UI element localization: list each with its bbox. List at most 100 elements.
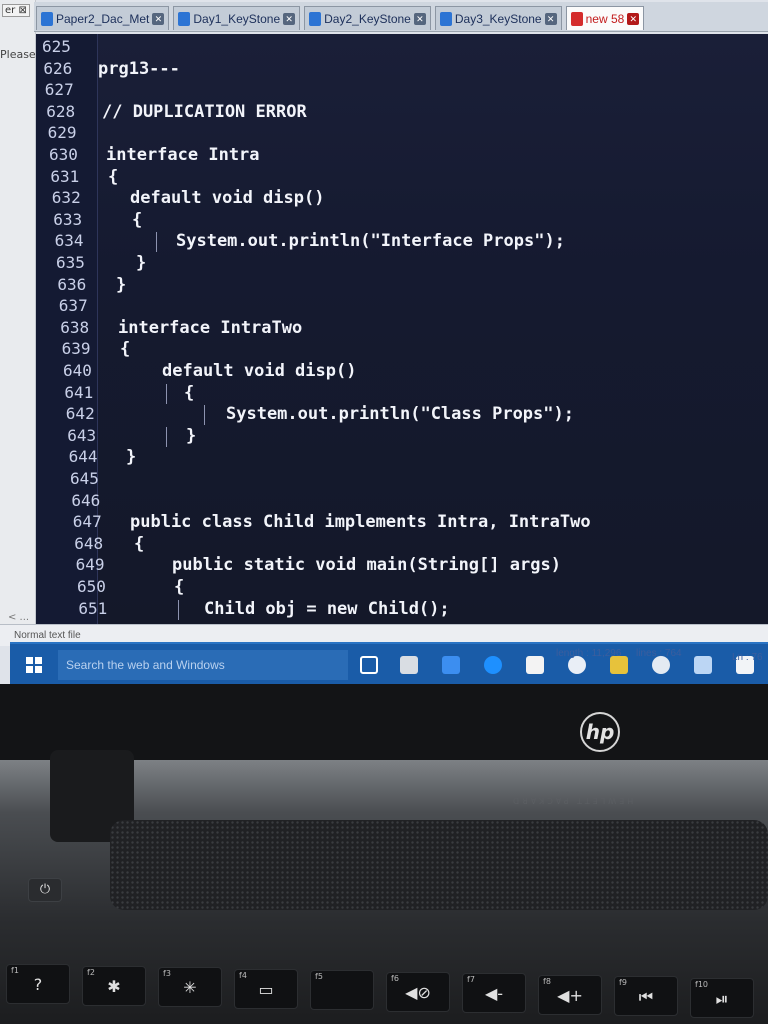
code-line[interactable]: 640 default void disp() xyxy=(36,360,768,382)
close-tab-icon[interactable]: ✕ xyxy=(544,12,557,25)
laptop-screen: er ⊠ Please < ... > Paper2_Dac_Met ✕ Day… xyxy=(0,0,768,690)
close-tab-icon[interactable]: ✕ xyxy=(627,12,640,25)
function-key-f9[interactable]: f9 ⏮ xyxy=(614,976,678,1016)
indent-guide xyxy=(166,383,167,404)
function-key-f2[interactable]: f2 ✱ xyxy=(82,965,146,1006)
code-line[interactable]: 628 // DUPLICATION ERROR xyxy=(36,101,768,123)
function-key-icon: ✳ xyxy=(183,978,197,997)
code-line[interactable]: 636} xyxy=(36,274,768,296)
function-key-f8[interactable]: f8 ◀+ xyxy=(538,974,602,1015)
code-text: System.out.println("Class Props"); xyxy=(226,404,574,425)
file-type-label: Normal text file xyxy=(14,630,81,641)
unsaved-file-icon xyxy=(570,11,583,26)
tab-new-58[interactable]: new 58 ✕ xyxy=(565,6,645,30)
code-line[interactable]: 641 { xyxy=(36,382,768,404)
background-window: er ⊠ Please < ... > xyxy=(0,0,36,640)
code-line[interactable]: 639 { xyxy=(36,338,768,360)
indent-guide xyxy=(156,232,157,253)
code-line[interactable]: 637 xyxy=(36,295,768,317)
code-line[interactable]: 648 { xyxy=(36,533,768,555)
line-number: 648 xyxy=(74,533,104,553)
document-line-count: lines : 764 xyxy=(636,648,682,659)
line-number: 644 xyxy=(68,447,98,467)
taskbar-search-input[interactable]: Search the web and Windows xyxy=(58,650,348,680)
code-text: interface IntraTwo xyxy=(118,317,303,338)
hp-logo: hp xyxy=(580,712,620,752)
close-tab-icon[interactable]: ✕ xyxy=(152,12,165,25)
code-line[interactable]: 646 xyxy=(36,490,768,512)
line-number: 639 xyxy=(61,339,91,359)
database-app-icon[interactable] xyxy=(400,656,418,674)
line-number: 637 xyxy=(58,296,88,316)
function-key-f5[interactable]: f5 xyxy=(310,970,374,1010)
background-window-close[interactable]: er ⊠ xyxy=(2,4,30,17)
code-line[interactable]: 632 default void disp() xyxy=(36,187,768,209)
code-text: { xyxy=(174,577,185,597)
code-line[interactable]: 629 xyxy=(36,122,768,144)
code-text: public class Child implements Intra, Int… xyxy=(130,512,591,533)
power-button[interactable]: ⏻ xyxy=(28,878,62,902)
code-line[interactable]: 626 prg13--- xyxy=(36,58,768,80)
code-editor[interactable]: 625 626 prg13--- 627 628 // DUPLICATION ERROR… xyxy=(36,34,768,624)
code-line[interactable]: 630 interface Intra xyxy=(36,144,768,166)
close-tab-icon[interactable]: ✕ xyxy=(413,12,426,25)
code-line[interactable]: 651 Child obj = new Child(); xyxy=(36,598,768,620)
tab-day2-keystone[interactable]: Day2_KeyStone ✕ xyxy=(304,6,431,30)
file-icon xyxy=(178,11,191,26)
function-key-icon: ◀- xyxy=(484,984,504,1003)
code-line[interactable]: 631 { xyxy=(36,166,768,188)
function-key-f4[interactable]: f4 ▭ xyxy=(234,968,298,1009)
tab-label: Paper2_Dac_Met xyxy=(56,11,150,26)
code-line[interactable]: 642 System.out.println("Class Props"); xyxy=(36,403,768,426)
code-line[interactable]: 625 xyxy=(36,36,768,58)
function-key-f3[interactable]: f3 ✳ xyxy=(158,967,222,1007)
code-line[interactable]: 634 System.out.println("Interface Props")… xyxy=(36,230,768,253)
tab-label: Day3_KeyStone xyxy=(454,11,542,26)
code-line[interactable]: 638 interface IntraTwo xyxy=(36,317,768,339)
line-number: 647 xyxy=(72,512,102,532)
code-line[interactable]: 635} xyxy=(36,252,768,274)
code-line[interactable]: 650 { xyxy=(36,576,768,598)
code-text: } xyxy=(126,447,137,468)
code-line[interactable]: 647 public class Child implements Intra, … xyxy=(36,511,768,533)
code-line[interactable]: 627 xyxy=(36,79,768,101)
function-key-f7[interactable]: f7 ◀- xyxy=(462,973,526,1013)
speaker-grille xyxy=(110,820,768,910)
indent-guide xyxy=(204,405,205,426)
edge-icon[interactable] xyxy=(484,656,502,674)
close-tab-icon[interactable]: ✕ xyxy=(283,12,296,25)
code-text: { xyxy=(132,209,143,230)
zoom-icon[interactable] xyxy=(442,656,460,674)
function-key-icon: ◀⊘ xyxy=(405,982,431,1002)
network-icon[interactable] xyxy=(694,656,712,674)
line-number: 642 xyxy=(65,404,95,424)
file-icon xyxy=(439,11,452,26)
task-view-icon[interactable] xyxy=(360,656,378,674)
start-button[interactable] xyxy=(14,650,54,680)
code-line[interactable]: 649 public static void main(String[] args… xyxy=(36,554,768,576)
tab-paper2-dac-met[interactable]: Paper2_Dac_Met ✕ xyxy=(36,6,170,30)
function-key-icon: ? xyxy=(33,975,43,994)
function-key-f10[interactable]: f10 ⏯ xyxy=(690,977,754,1018)
code-text: { xyxy=(184,382,195,403)
line-number: 631 xyxy=(50,166,80,186)
function-key-f1[interactable]: f1? xyxy=(6,964,70,1004)
code-text: prg13--- xyxy=(98,58,180,79)
tab-day3-keystone[interactable]: Day3_KeyStone ✕ xyxy=(434,6,562,30)
line-number: 626 xyxy=(43,58,73,78)
code-line[interactable]: 633 { xyxy=(36,209,768,231)
tab-day1-keystone[interactable]: Day1_KeyStone ✕ xyxy=(173,6,301,30)
line-number: 633 xyxy=(53,209,83,229)
code-line[interactable]: 643} xyxy=(36,425,768,447)
tab-label: new 58 xyxy=(585,11,625,26)
code-text: default void disp() xyxy=(162,361,357,381)
function-key-f6[interactable]: f6 ◀⊘ xyxy=(386,971,450,1012)
code-line[interactable]: 644} xyxy=(36,446,768,468)
cursor-line-indicator: Ln : 76 xyxy=(732,652,763,663)
code-text: { xyxy=(134,533,145,554)
line-number: 629 xyxy=(47,123,77,143)
store-icon[interactable] xyxy=(526,656,544,674)
code-line[interactable]: 645 xyxy=(36,468,768,490)
line-number: 628 xyxy=(46,101,76,121)
editor-tab-bar: Paper2_Dac_Met ✕ Day1_KeyStone ✕ Day2_Ke… xyxy=(34,2,768,32)
